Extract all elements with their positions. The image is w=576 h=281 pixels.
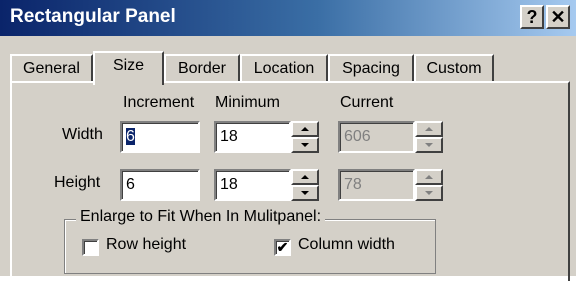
height-minimum-down-button[interactable] xyxy=(291,185,319,201)
current-column-header: Current xyxy=(340,94,394,111)
width-current-field: 606 xyxy=(338,121,415,153)
enlarge-to-fit-group-title: Enlarge to Fit When In Mulitpanel: xyxy=(76,208,326,226)
arrow-up-icon xyxy=(301,175,309,179)
arrow-up-icon xyxy=(425,127,433,131)
arrow-up-icon xyxy=(301,127,309,131)
width-current-down-button xyxy=(415,137,443,153)
row-height-checkbox[interactable] xyxy=(82,239,99,256)
height-label: Height xyxy=(54,174,101,191)
height-current-up-button xyxy=(415,169,443,185)
width-minimum-spinner[interactable] xyxy=(291,121,319,153)
minimum-column-header: Minimum xyxy=(215,94,280,111)
arrow-down-icon xyxy=(301,143,309,147)
tab-border[interactable]: Border xyxy=(164,54,240,81)
width-minimum-down-button[interactable] xyxy=(291,137,319,153)
title-bar[interactable]: Rectangular Panel ? ✕ xyxy=(0,0,576,36)
width-minimum-up-button[interactable] xyxy=(291,121,319,137)
tab-custom[interactable]: Custom xyxy=(414,54,494,81)
height-minimum-spinner[interactable] xyxy=(291,169,319,201)
tab-size[interactable]: Size xyxy=(93,51,164,85)
height-minimum-field[interactable]: 18 xyxy=(214,169,291,201)
width-current-spinner xyxy=(415,121,443,153)
column-width-checkbox[interactable]: ✔ xyxy=(274,239,291,256)
width-increment-field[interactable]: 6 xyxy=(120,121,200,153)
width-minimum-field[interactable]: 18 xyxy=(214,121,291,153)
height-current-spinner xyxy=(415,169,443,201)
arrow-down-icon xyxy=(425,191,433,195)
close-icon: ✕ xyxy=(550,7,566,27)
tab-spacing[interactable]: Spacing xyxy=(328,54,414,81)
arrow-up-icon xyxy=(425,175,433,179)
width-increment-value: 6 xyxy=(126,128,135,145)
row-height-label[interactable]: Row height xyxy=(106,236,186,254)
arrow-down-icon xyxy=(425,143,433,147)
tab-location[interactable]: Location xyxy=(240,54,328,81)
height-minimum-up-button[interactable] xyxy=(291,169,319,185)
close-button[interactable]: ✕ xyxy=(546,5,570,29)
arrow-down-icon xyxy=(301,191,309,195)
increment-column-header: Increment xyxy=(123,94,195,111)
height-increment-field[interactable]: 6 xyxy=(120,169,200,201)
tab-general[interactable]: General xyxy=(10,54,93,81)
height-current-down-button xyxy=(415,185,443,201)
help-button[interactable]: ? xyxy=(520,5,544,29)
width-current-up-button xyxy=(415,121,443,137)
window-title: Rectangular Panel xyxy=(10,6,176,27)
column-width-label[interactable]: Column width xyxy=(298,236,395,254)
checkmark-icon: ✔ xyxy=(276,239,289,255)
width-label: Width xyxy=(62,126,103,143)
dialog-body: General Size Border Location Spacing Cus… xyxy=(0,36,576,281)
height-current-field: 78 xyxy=(338,169,415,201)
